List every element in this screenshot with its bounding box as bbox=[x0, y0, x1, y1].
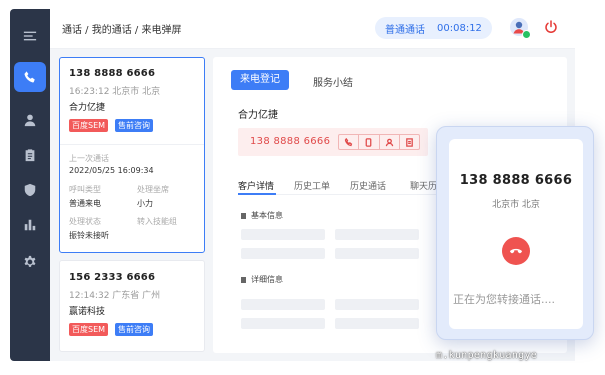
hangup-button[interactable] bbox=[502, 237, 530, 265]
add-contact-icon[interactable] bbox=[380, 135, 400, 149]
sidebar-item-settings[interactable] bbox=[10, 247, 50, 277]
call-type-value: 普通来电 bbox=[69, 199, 101, 208]
phone-actions bbox=[338, 134, 420, 150]
watermark: m.kunpengkuangye bbox=[436, 350, 538, 361]
sidebar bbox=[10, 9, 50, 361]
subtab-chat-history[interactable]: 聊天历 bbox=[410, 179, 437, 192]
bar-chart-icon bbox=[24, 219, 36, 231]
agent-label: 处理坐席 bbox=[137, 185, 169, 194]
call-icon[interactable] bbox=[339, 135, 360, 149]
transfer-status: 正在为您转接通话.... bbox=[453, 293, 555, 306]
subtab-customer-details[interactable]: 客户详情 bbox=[238, 179, 274, 192]
incoming-phone: 138 8888 6666 bbox=[459, 173, 573, 188]
hangup-icon bbox=[510, 248, 522, 254]
incoming-call-card: 138 8888 6666 北京市 北京 正在为您转接通话.... bbox=[449, 139, 583, 329]
sidebar-item-customers[interactable] bbox=[10, 105, 50, 135]
clipboard-icon bbox=[25, 149, 35, 162]
tag-source: 百度SEM bbox=[69, 119, 109, 132]
tag-category: 售前咨询 bbox=[115, 323, 153, 336]
call-type-label: 普通通话 bbox=[385, 24, 425, 36]
call-time-location: 12:14:32 广东省 广州 bbox=[69, 291, 161, 301]
placeholder-field bbox=[335, 318, 419, 329]
tag-source: 百度SEM bbox=[69, 323, 109, 336]
note-icon[interactable] bbox=[400, 135, 419, 149]
section-basic-info: 基本信息 bbox=[241, 210, 283, 221]
last-call-time: 2022/05/25 16:09:34 bbox=[69, 166, 154, 175]
power-icon[interactable] bbox=[544, 19, 558, 34]
customer-company: 合力亿捷 bbox=[238, 110, 278, 121]
call-phone: 138 8888 6666 bbox=[69, 68, 156, 79]
transfer-label: 转入技能组 bbox=[137, 217, 177, 226]
customer-phone-bar: 138 8888 6666 bbox=[238, 128, 428, 156]
call-card[interactable]: 156 2333 6666 12:14:32 广东省 广州 赢诺科技 百度SEM… bbox=[59, 260, 205, 352]
sidebar-item-calls[interactable] bbox=[14, 62, 46, 92]
placeholder-field bbox=[241, 299, 325, 310]
menu-icon[interactable] bbox=[10, 21, 50, 51]
section-detail-info: 详细信息 bbox=[241, 274, 283, 285]
user-icon bbox=[24, 114, 36, 127]
header: 通话 / 我的通话 / 来电弹屏 普通通话 00:08:12 bbox=[50, 9, 575, 49]
status-label: 处理状态 bbox=[69, 217, 101, 226]
tab-register[interactable]: 来电登记 bbox=[231, 70, 289, 90]
agent-value: 小力 bbox=[137, 199, 153, 208]
call-status-pill: 普通通话 00:08:12 bbox=[375, 17, 492, 39]
placeholder-field bbox=[241, 229, 325, 240]
breadcrumb: 通话 / 我的通话 / 来电弹屏 bbox=[62, 25, 182, 36]
sidebar-item-reports[interactable] bbox=[10, 210, 50, 240]
sidebar-item-security[interactable] bbox=[10, 175, 50, 205]
placeholder-field bbox=[335, 229, 419, 240]
call-card-active[interactable]: 138 8888 6666 16:23:12 北京市 北京 合力亿捷 百度SEM… bbox=[59, 57, 205, 253]
call-phone: 156 2333 6666 bbox=[69, 272, 156, 283]
call-company: 合力亿捷 bbox=[69, 103, 106, 113]
sidebar-item-tickets[interactable] bbox=[10, 140, 50, 170]
tag-category: 售前咨询 bbox=[115, 119, 153, 132]
online-status-icon bbox=[522, 30, 531, 39]
placeholder-field bbox=[241, 248, 325, 259]
call-company: 赢诺科技 bbox=[69, 307, 106, 317]
phone-icon bbox=[24, 71, 35, 83]
subtab-active-indicator bbox=[238, 193, 276, 195]
subtab-history-tickets[interactable]: 历史工单 bbox=[294, 179, 330, 192]
status-value: 振铃未接听 bbox=[69, 231, 109, 240]
avatar[interactable] bbox=[510, 18, 531, 39]
call-type-label: 呼叫类型 bbox=[69, 185, 101, 194]
gear-icon bbox=[24, 255, 36, 267]
divider bbox=[60, 144, 204, 145]
incoming-location: 北京市 北京 bbox=[492, 200, 540, 210]
placeholder-field bbox=[335, 248, 419, 259]
incoming-call-popup: 138 8888 6666 北京市 北京 正在为您转接通话.... bbox=[436, 126, 594, 340]
mobile-dropdown-icon[interactable] bbox=[359, 135, 380, 149]
tab-summary[interactable]: 服务小结 bbox=[313, 74, 353, 89]
shield-icon bbox=[24, 183, 36, 197]
call-timer: 00:08:12 bbox=[437, 22, 482, 34]
placeholder-field bbox=[335, 299, 419, 310]
placeholder-field bbox=[241, 318, 325, 329]
customer-phone: 138 8888 6666 bbox=[250, 136, 331, 147]
subtab-history-calls[interactable]: 历史通话 bbox=[350, 179, 386, 192]
call-time-location: 16:23:12 北京市 北京 bbox=[69, 87, 161, 97]
last-call-label: 上一次通话 bbox=[69, 154, 109, 163]
